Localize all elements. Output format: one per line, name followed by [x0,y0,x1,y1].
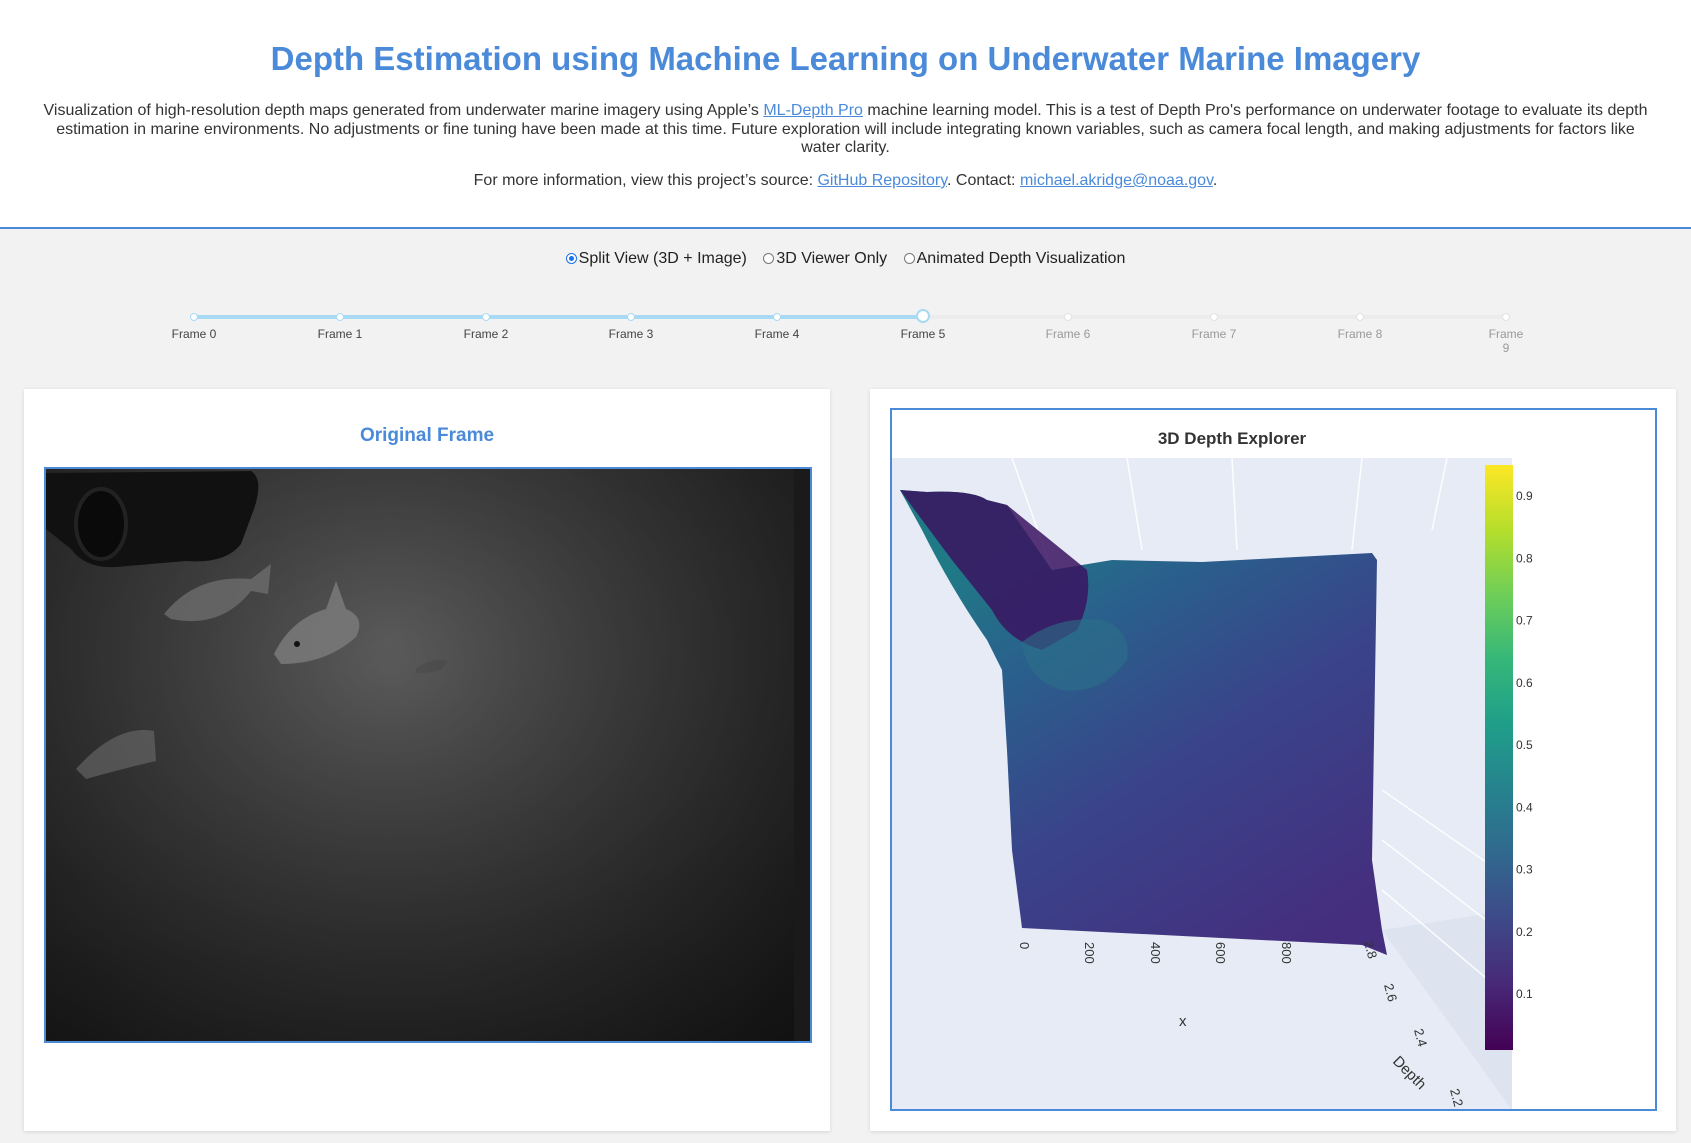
frame-label-0[interactable]: Frame 0 [164,327,224,341]
original-frame-panel: Original Frame [24,389,830,1131]
colorbar-tick: 0.5 [1516,738,1533,752]
view-mode-selector: Split View (3D + Image) 3D Viewer Only A… [0,250,1691,268]
frame-tick-6[interactable] [1064,313,1072,321]
depth-explorer-plot[interactable]: 3D Depth Explorer 0 200 400 600 800 x 2.… [890,408,1657,1111]
slider-handle[interactable] [916,309,930,323]
slider-track-filled [194,315,922,319]
frame-label-2[interactable]: Frame 2 [456,327,516,341]
x-tick-400: 400 [1148,942,1163,964]
depth-explorer-panel: 3D Depth Explorer 0 200 400 600 800 x 2.… [870,389,1676,1131]
frame-tick-7[interactable] [1210,313,1218,321]
contact-email-link[interactable]: michael.akridge@noaa.gov [1020,172,1213,189]
split-view-radio[interactable] [565,253,577,264]
frame-tick-1[interactable] [336,313,344,321]
animated-label: Animated Depth Visualization [916,250,1126,267]
x-axis-title: x [1179,1013,1187,1030]
frame-tick-0[interactable] [190,313,198,321]
colorbar-tick: 0.3 [1516,863,1533,877]
page-header: Depth Estimation using Machine Learning … [0,0,1691,229]
view-mode-animated[interactable]: Animated Depth Visualization [903,250,1126,268]
frame-label-3[interactable]: Frame 3 [601,327,661,341]
frame-tick-2[interactable] [482,313,490,321]
view-mode-split[interactable]: Split View (3D + Image) [565,250,747,268]
colorbar-tick: 0.4 [1516,800,1533,814]
split-view-label: Split View (3D + Image) [578,250,747,267]
camera-lens [74,487,128,561]
colorbar-tick: 0.6 [1516,676,1533,690]
frame-label-8[interactable]: Frame 8 [1330,327,1390,341]
colorbar-tick: 0.9 [1516,489,1533,503]
colorbar-tick: 0.7 [1516,614,1533,628]
plot-canvas[interactable]: 0 200 400 600 800 x 2.8 2.6 2.4 2.2 Dept… [892,410,1655,1109]
3d-viewer-label: 3D Viewer Only [776,250,888,267]
info-suffix: . [1212,172,1218,189]
x-tick-800: 800 [1279,942,1294,964]
ml-depth-pro-link[interactable]: ML-Depth Pro [763,102,863,119]
colorbar-tick: 0.1 [1516,987,1533,1001]
colorbar-tick: 0.8 [1516,551,1533,565]
frame-label-5[interactable]: Frame 5 [893,327,953,341]
3d-viewer-radio[interactable] [763,253,775,264]
page-title: Depth Estimation using Machine Learning … [270,40,1421,77]
frame-slider[interactable]: Frame 0 Frame 1 Frame 2 Frame 3 Frame 4 … [0,300,1691,360]
frame-tick-3[interactable] [627,313,635,321]
github-repository-link[interactable]: GitHub Repository [817,172,947,189]
colorbar-tick: 0.2 [1516,925,1533,939]
view-mode-3d-only[interactable]: 3D Viewer Only [763,250,887,268]
frame-label-6[interactable]: Frame 6 [1038,327,1098,341]
original-frame-title: Original Frame [359,425,495,446]
x-tick-200: 200 [1082,942,1097,964]
frame-label-7[interactable]: Frame 7 [1184,327,1244,341]
original-frame-image [44,467,812,1043]
x-tick-600: 600 [1213,942,1228,964]
underwater-scene [46,469,810,1041]
animated-radio[interactable] [903,253,915,264]
colorbar: 0.9 0.8 0.7 0.6 0.5 0.4 0.3 0.2 0.1 [1485,465,1533,1050]
frame-label-1[interactable]: Frame 1 [310,327,370,341]
description-text-1: Visualization of high-resolution depth m… [43,102,764,119]
frame-label-4[interactable]: Frame 4 [747,327,807,341]
frame-tick-9[interactable] [1502,313,1510,321]
project-description: Visualization of high-resolution depth m… [36,102,1655,158]
frame-right-edge [794,469,810,1041]
frame-tick-4[interactable] [773,313,781,321]
info-prefix: For more information, view this project’… [473,172,818,189]
info-line: For more information, view this project’… [0,172,1691,190]
frame-label-9[interactable]: Frame 9 [1486,327,1526,355]
fish-eye [294,641,300,647]
x-tick-0: 0 [1017,942,1032,949]
contact-prefix: . Contact: [947,172,1020,189]
frame-tick-8[interactable] [1356,313,1364,321]
colorbar-gradient [1485,465,1513,1050]
